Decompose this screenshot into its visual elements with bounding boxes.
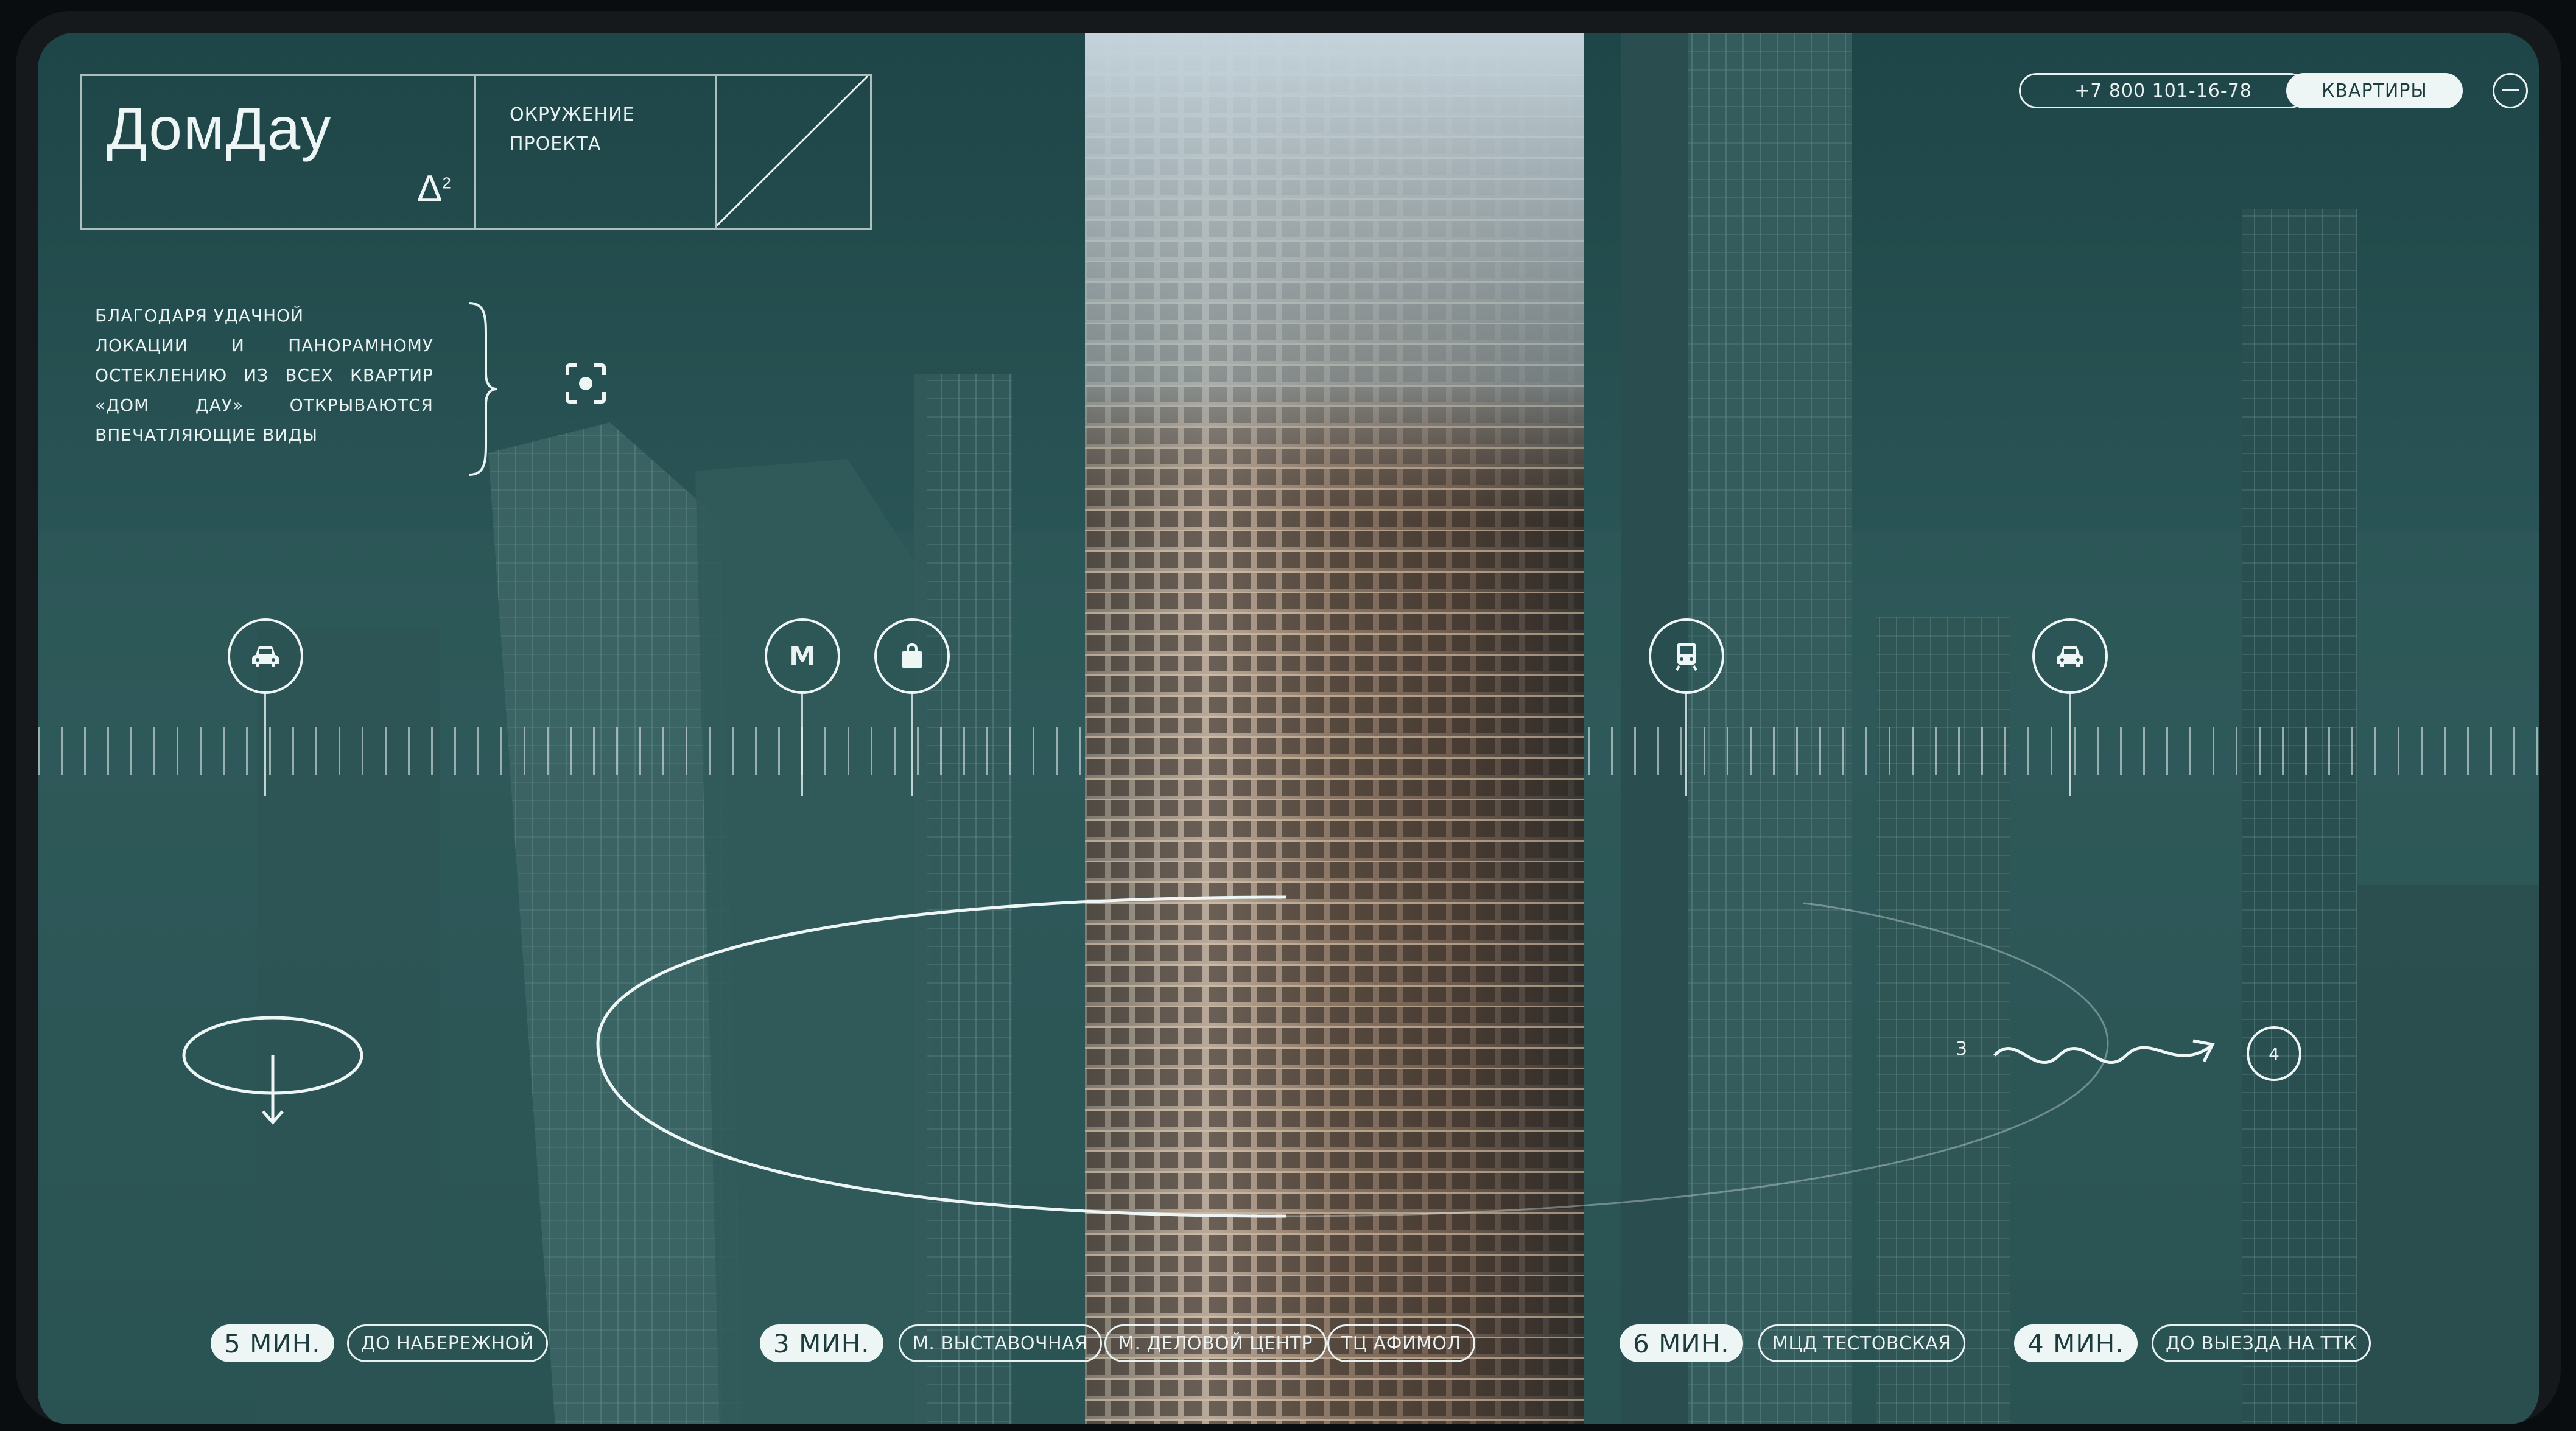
marker-car-1[interactable]: [228, 618, 303, 694]
pager-current: 3: [1956, 1038, 1968, 1060]
marker-shopping[interactable]: [874, 618, 950, 694]
brand-mark: Δ2: [417, 168, 451, 210]
intro-description: БЛАГОДАРЯ УДАЧНОЙ ЛОКАЦИИ И ПАНОРАМНОМУ …: [95, 306, 433, 445]
time-badge: 6 МИН.: [1620, 1324, 1743, 1362]
metro-icon: M: [789, 640, 816, 672]
marker-stem: [1685, 693, 1687, 796]
city-background: [38, 33, 2539, 1424]
place-pill[interactable]: ДО ВЫЕЗДА НА ТТК: [2152, 1324, 2371, 1362]
marker-car-2[interactable]: [2032, 618, 2108, 694]
time-badge: 4 МИН.: [2014, 1324, 2138, 1362]
focus-view-icon[interactable]: [564, 362, 608, 405]
shopping-bag-icon: [902, 643, 922, 668]
section-title: ОКРУЖЕНИЕ ПРОЕКТА: [510, 104, 635, 155]
diagonal-line-icon: [715, 75, 869, 227]
device-frame: ДомДау Δ2 ОКРУЖЕНИЕ ПРОЕКТА БЛАГОДАРЯ УД…: [16, 11, 2561, 1424]
marker-stem: [2069, 693, 2071, 796]
place-pill[interactable]: ТЦ АФИМОЛ: [1327, 1324, 1475, 1362]
menu-toggle-button[interactable]: [2493, 73, 2528, 108]
car-icon: [2057, 646, 2083, 667]
curly-brace-icon: [468, 302, 497, 476]
place-pill[interactable]: ДО НАБЕРЕЖНОЙ: [347, 1324, 548, 1362]
place-pill[interactable]: МЦД ТЕСТОВСКАЯ: [1758, 1324, 1965, 1362]
marker-train[interactable]: [1649, 618, 1724, 694]
place-pill[interactable]: М. ДЕЛОВОЙ ЦЕНТР: [1104, 1324, 1327, 1362]
marker-stem: [801, 693, 803, 796]
marker-stem: [264, 693, 266, 796]
pager-next-button[interactable]: 4: [2247, 1026, 2301, 1081]
wave-arrow-icon: [1993, 1039, 2215, 1065]
phone-button[interactable]: +7 800 101-16-78: [2019, 73, 2308, 108]
brand-logo[interactable]: ДомДау: [107, 94, 332, 163]
screen: ДомДау Δ2 ОКРУЖЕНИЕ ПРОЕКТА БЛАГОДАРЯ УД…: [38, 33, 2539, 1424]
car-icon: [252, 646, 279, 667]
logo-block: ДомДау Δ2 ОКРУЖЕНИЕ ПРОЕКТА: [80, 74, 872, 230]
rotate-hint-icon: [182, 1016, 363, 1125]
apartments-button[interactable]: КВАРТИРЫ: [2286, 73, 2463, 108]
time-badge: 3 МИН.: [760, 1324, 883, 1362]
section-cell: ОКРУЖЕНИЕ ПРОЕКТА: [476, 76, 717, 228]
marker-stem: [911, 693, 913, 796]
time-badge: 5 МИН.: [211, 1324, 334, 1362]
diagonal-cell: [715, 75, 870, 228]
train-icon: [1676, 643, 1697, 671]
marker-metro[interactable]: M: [765, 618, 840, 694]
place-pill[interactable]: М. ВЫСТАВОЧНАЯ: [899, 1324, 1102, 1362]
logo-cell[interactable]: ДомДау Δ2: [82, 76, 476, 228]
